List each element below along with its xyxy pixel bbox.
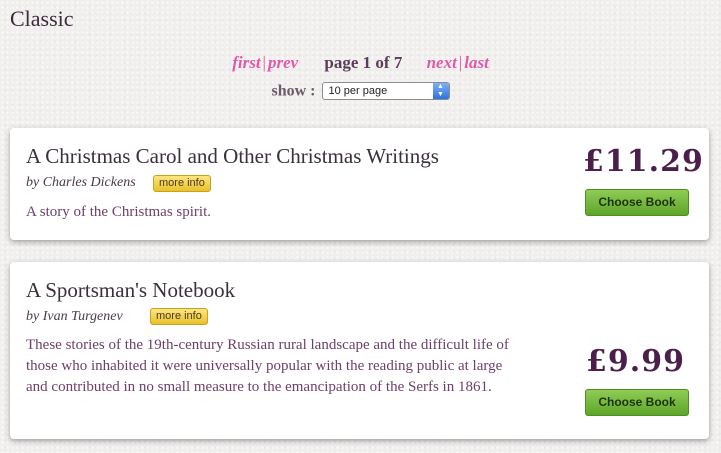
book-price: £9.99 (586, 344, 685, 379)
more-info-button[interactable]: more info (153, 175, 211, 192)
per-page-control: show : 10 per page ▲ ▼ (0, 82, 721, 101)
book-description: These stories of the 19th-century Russia… (26, 337, 509, 395)
page-info: page 1 of 7 (324, 53, 403, 72)
pagination-separator: | (458, 53, 463, 72)
choose-book-button[interactable]: Choose Book (585, 389, 689, 416)
choose-book-button[interactable]: Choose Book (585, 189, 689, 216)
last-page-link[interactable]: last (464, 53, 489, 72)
book-author: by Ivan Turgenev (26, 309, 123, 324)
select-arrows-icon: ▲ ▼ (432, 83, 449, 100)
book-description: A story of the Christmas spirit. (26, 204, 211, 220)
show-label: show : (271, 82, 316, 100)
per-page-selected-value: 10 per page (328, 85, 388, 98)
next-page-link[interactable]: next (427, 53, 457, 72)
book-author: by Charles Dickens (26, 175, 136, 190)
book-title[interactable]: A Sportsman's Notebook (26, 278, 235, 303)
book-title[interactable]: A Christmas Carol and Other Christmas Wr… (26, 144, 439, 169)
book-card: A Sportsman's Notebook by Ivan Turgenev … (10, 262, 709, 439)
prev-page-link[interactable]: prev (268, 53, 298, 72)
book-price: £11.29 (583, 144, 704, 179)
first-page-link[interactable]: first (232, 53, 260, 72)
pagination: first | prev page 1 of 7 next | last (0, 53, 721, 73)
pagination-separator: | (262, 53, 266, 72)
more-info-button[interactable]: more info (150, 308, 208, 325)
per-page-select[interactable]: 10 per page ▲ ▼ (321, 82, 450, 101)
book-card: A Christmas Carol and Other Christmas Wr… (10, 128, 709, 240)
page-title: Classic (10, 6, 74, 31)
